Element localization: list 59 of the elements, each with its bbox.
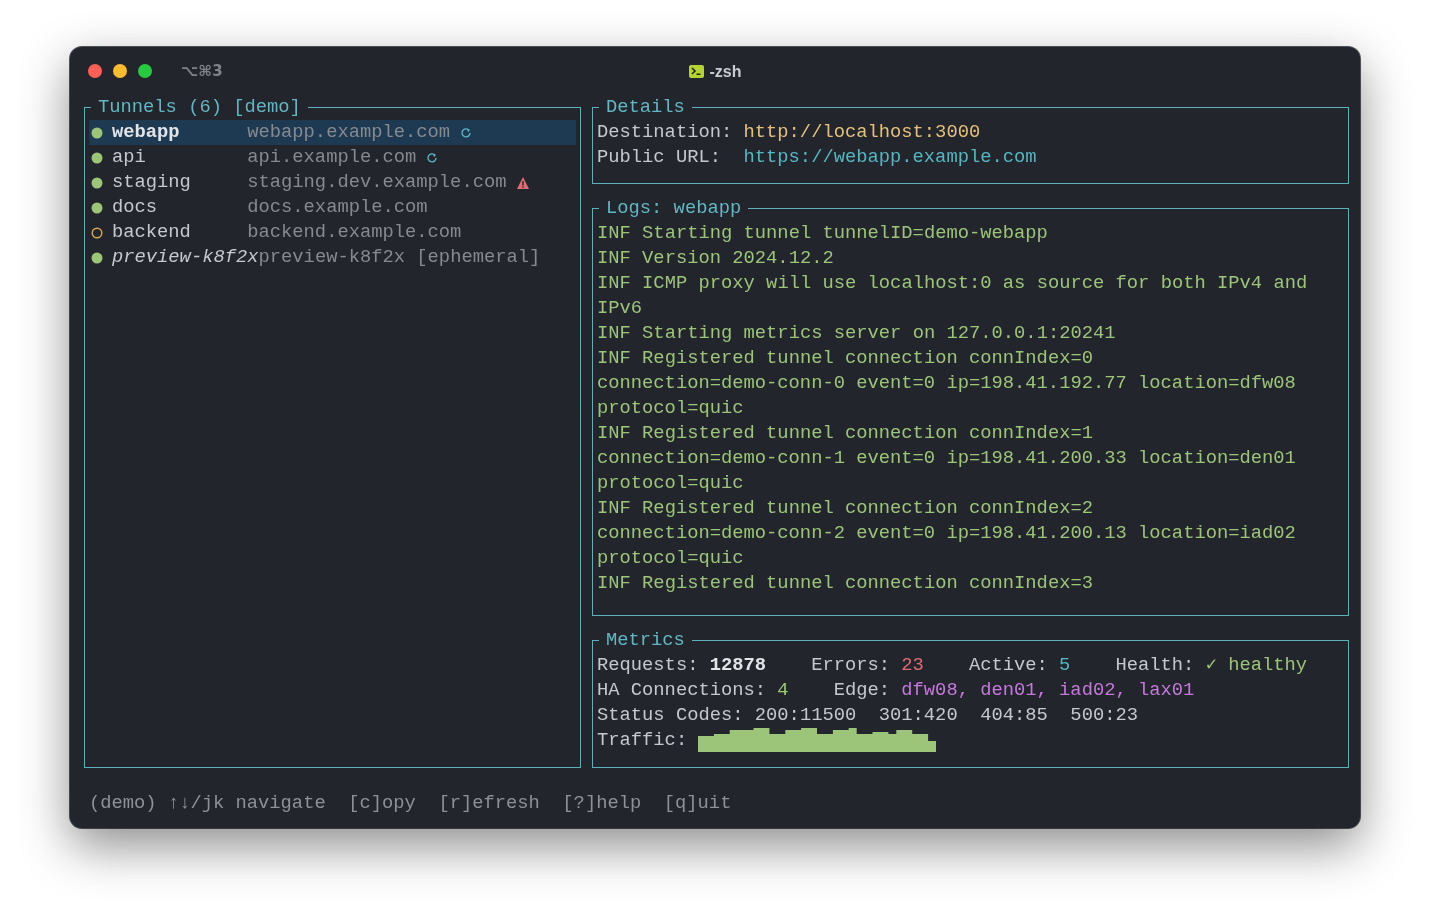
metric-label: Active: [968,653,1048,678]
metric-label: Status Codes: [597,703,744,728]
metric-label: HA Connections: [597,678,767,703]
tunnel-name: preview-k8f2x [112,245,259,270]
tunnel-host: preview-k8f2x [ephemeral] [258,245,541,270]
log-line: INF Starting metrics server on 127.0.0.1:20241 [597,321,1117,346]
tunnel-host: webapp.example.com [247,120,451,145]
minimize-button[interactable] [113,64,127,78]
tunnel-name: webapp [112,120,181,145]
panel-title: Details [605,95,686,120]
key-hint: [q]uit [663,791,732,816]
metric-value: dfw08, den01, iad02, lax01 [901,678,1195,703]
tab-shortcut: ⌥⌘3 [181,60,223,82]
key-hint: [c]opy [348,791,416,816]
metric-label: Edge: [833,678,891,703]
close-button[interactable] [88,64,102,78]
tunnel-row[interactable]: docs docs.example.com [89,195,576,220]
metric-label: Health: [1115,653,1195,678]
key-hint: (demo) ↑↓/jk navigate [89,791,326,816]
tunnel-row[interactable]: api api.example.com [89,145,576,170]
tunnel-name: backend [112,220,192,245]
tunnel-row[interactable]: preview-k8f2xpreview-k8f2x [ephemeral] [89,245,576,270]
tunnel-host: staging.dev.example.com [247,170,507,195]
metric-value: 5 [1059,653,1071,678]
metric-label: Traffic: [597,728,688,753]
field-value: http://localhost:3000 [743,120,981,145]
field-label: Public URL: [597,145,722,170]
window-title: -zsh [709,61,742,82]
status-code: 200:11500 [754,703,857,728]
log-line: INF Starting tunnel tunnelID=demo-webapp [597,221,1049,246]
metric-label: Errors: [811,653,891,678]
status-code: 500:23 [1070,703,1138,728]
panel-title: Metrics [605,628,686,653]
metric-value: 4 [777,678,789,703]
panel-title: Logs: webapp [605,196,743,221]
field-label: Destination: [597,120,734,145]
panel-title: Tunnels (6) [demo] [97,95,302,120]
metric-value: 12878 [709,653,767,678]
key-hint: [r]efresh [438,791,540,816]
tunnel-row[interactable]: backend backend.example.com [89,220,576,245]
status-code: 404:85 [980,703,1048,728]
terminal-icon [688,64,704,78]
tunnel-name: docs [112,195,159,220]
metric-value: 23 [901,653,924,678]
metric-label: Requests: [597,653,699,678]
tunnel-host: docs.example.com [247,195,428,220]
log-line: INF Registered tunnel connection connIndex=3 [597,571,1094,596]
zoom-button[interactable] [138,64,152,78]
metric-value: ✓ healthy [1205,653,1308,678]
tunnel-row[interactable]: webapp webapp.example.com [89,120,576,145]
tunnel-row[interactable]: staging staging.dev.example.com [89,170,576,195]
tunnel-name: api [112,145,147,170]
key-hint: [?]help [562,791,642,816]
tunnel-host: backend.example.com [247,220,462,245]
tunnel-host: api.example.com [247,145,417,170]
field-value: https://webapp.example.com [743,145,1037,170]
status-code: 301:420 [878,703,958,728]
log-line: INF Version 2024.12.2 [597,246,835,271]
tunnel-name: staging [112,170,192,195]
